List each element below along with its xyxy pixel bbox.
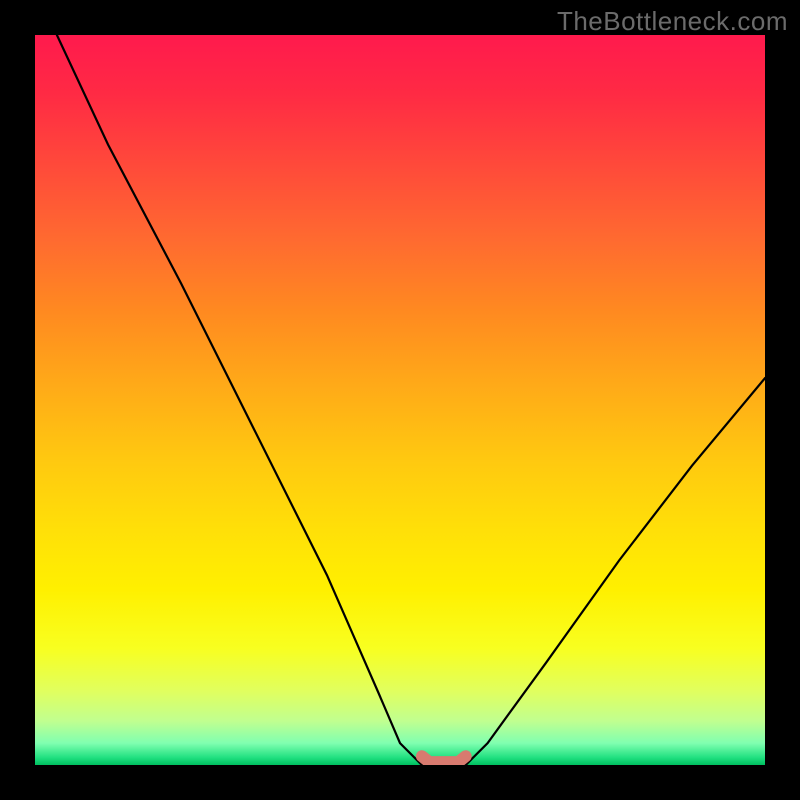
chart-frame: TheBottleneck.com — [0, 0, 800, 800]
bottleneck-curve-line — [57, 35, 765, 765]
watermark-text: TheBottleneck.com — [557, 6, 788, 37]
optimal-range-marker — [422, 756, 466, 762]
plot-area — [35, 35, 765, 765]
bottleneck-curve-svg — [35, 35, 765, 765]
